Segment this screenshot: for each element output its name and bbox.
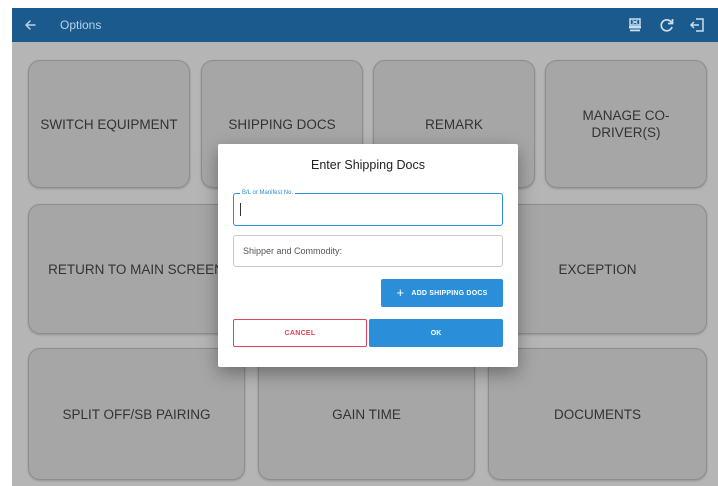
text-cursor	[240, 203, 241, 216]
page-title: Options	[60, 18, 102, 32]
tile-label: SPLIT OFF/SB PAIRING	[62, 406, 211, 422]
plus-icon: +	[396, 285, 405, 300]
tile-label: REMARK	[425, 116, 483, 132]
tile-documents[interactable]: DOCUMENTS	[488, 348, 707, 480]
shipper-commodity-field[interactable]: Shipper and Commodity:	[233, 235, 503, 267]
tile-split-off[interactable]: SPLIT OFF/SB PAIRING	[28, 348, 245, 480]
add-shipping-docs-label: ADD SHIPPING DOCS	[411, 289, 488, 297]
tile-switch-equipment[interactable]: SWITCH EQUIPMENT	[28, 60, 190, 188]
tile-label: EXCEPTION	[558, 261, 637, 277]
bl-manifest-field[interactable]: B/L or Manifest No.	[233, 188, 503, 226]
back-arrow-icon[interactable]	[22, 17, 38, 33]
tile-label: RETURN TO MAIN SCREEN	[48, 261, 224, 277]
tile-label: SWITCH EQUIPMENT	[40, 116, 178, 132]
tile-label: GAIN TIME	[332, 406, 401, 422]
tile-exception[interactable]: EXCEPTION	[488, 204, 707, 334]
tile-label: MANAGE CO-DRIVER(S)	[582, 108, 670, 140]
shipper-commodity-placeholder: Shipper and Commodity:	[243, 246, 343, 256]
logout-icon[interactable]	[689, 16, 707, 34]
top-app-bar: Options	[12, 8, 718, 42]
tile-manage-codriver[interactable]: MANAGE CO-DRIVER(S)	[545, 60, 707, 188]
tile-label: DOCUMENTS	[554, 406, 641, 422]
print-icon[interactable]	[626, 16, 644, 34]
tile-return-main-screen[interactable]: RETURN TO MAIN SCREEN	[28, 204, 244, 334]
dialog-title: Enter Shipping Docs	[311, 158, 425, 172]
tile-label: SHIPPING DOCS	[228, 116, 336, 132]
cancel-button[interactable]: CANCEL	[233, 319, 367, 347]
bl-manifest-label: B/L or Manifest No.	[240, 188, 296, 198]
ok-button[interactable]: OK	[369, 319, 503, 347]
tile-gain-time[interactable]: GAIN TIME	[258, 348, 475, 480]
add-shipping-docs-button[interactable]: + ADD SHIPPING DOCS	[381, 279, 503, 307]
shipping-docs-dialog: Enter Shipping Docs B/L or Manifest No. …	[218, 144, 518, 367]
app-frame: Options SWITCH EQUIPMENT SHIPPING DOCS R…	[12, 8, 718, 486]
refresh-icon[interactable]	[658, 16, 676, 34]
